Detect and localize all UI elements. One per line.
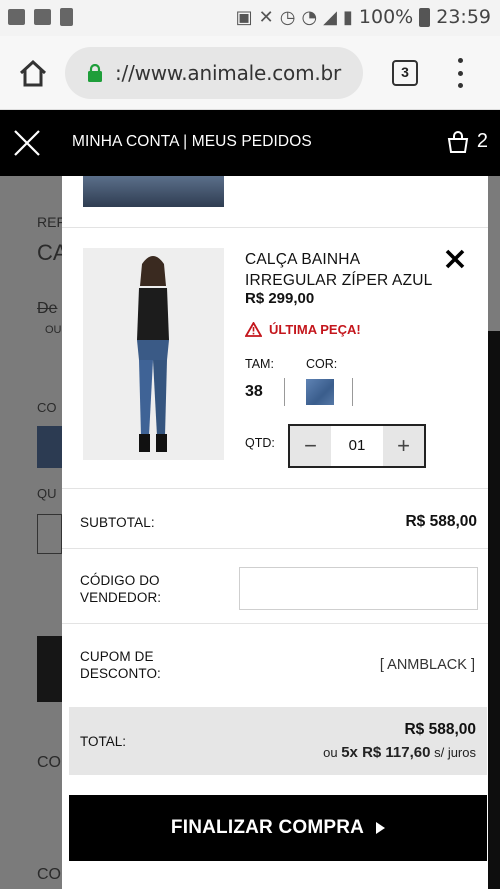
color-swatch [306,379,334,405]
total-box: TOTAL: R$ 588,00 ou 5x R$ 117,60 s/ juro… [69,707,487,775]
bg-right-scroll-edge [488,331,500,889]
decrease-quantity-button[interactable]: − [290,426,331,466]
bg-qty-box [37,514,62,554]
subtotal-label: SUBTOTAL: [80,515,155,530]
increase-quantity-button[interactable]: + [383,426,424,466]
signal-bars-icon: ▮ [343,6,353,28]
quantity-label: QTD: [245,436,275,450]
shopping-bag-icon [447,130,469,153]
bag-count: 2 [476,130,488,152]
checkout-label: FINALIZAR COMPRA [170,817,365,838]
play-arrow-icon [376,822,386,834]
bg-ref-text: REF [37,214,65,230]
my-account-link[interactable]: MINHA CONTA [72,133,179,150]
clock: 23:59 [436,6,491,28]
battery-icon [419,7,431,27]
bg-qty-text: QU [37,486,57,501]
mute-icon: ✕ [258,6,274,28]
vendor-code-label: CÓDIGO DO VENDEDOR: [80,572,161,606]
site-header: MINHA CONTA | MEUS PEDIDOS 2 [0,110,500,176]
cart-panel[interactable]: CALÇA BAINHA IRREGULAR ZÍPER AZUL R$ 299… [62,176,488,889]
installments-prefix: ou [323,745,338,760]
vendor-code-label-line-2: VENDEDOR: [80,590,162,605]
previous-item-image [83,176,224,207]
product-price: R$ 299,00 [245,290,315,307]
coupon-label: CUPOM DE DESCONTO: [80,648,161,682]
url-text: ://www.animale.com.br [115,61,342,85]
coupon-label-line-1: CUPOM DE [80,649,154,664]
quantity-value[interactable]: 01 [331,426,383,466]
wifi-icon: ◔ [301,6,318,28]
home-icon[interactable] [17,57,49,89]
size-color-divider [284,378,285,406]
vendor-separator [62,548,488,549]
bg-buy-button [37,636,62,702]
notification-icons [8,8,73,26]
my-orders-link[interactable]: MEUS PEDIDOS [192,133,312,150]
bg-footer-text-2: CO [37,866,61,883]
storage-notification-icon [60,8,73,26]
warning-icon [245,322,262,337]
quantity-stepper: − 01 + [288,424,426,468]
vendor-code-label-line-1: CÓDIGO DO [80,573,160,588]
browser-toolbar: ://www.animale.com.br 3 [0,36,500,110]
system-indicators: ▣ ✕ ◷ ◔ ◢ ▮ 100% 23:59 [236,6,491,28]
alarm-icon: ◷ [279,6,296,28]
installments-text: ou 5x R$ 117,60 s/ juros [323,744,476,761]
total-value: R$ 588,00 [404,721,476,738]
battery-percent: 100% [358,6,414,28]
account-links: MINHA CONTA | MEUS PEDIDOS [72,133,312,151]
product-name[interactable]: CALÇA BAINHA IRREGULAR ZÍPER AZUL [245,249,435,291]
bg-footer-text-1: CO [37,754,61,771]
installments-value: 5x R$ 117,60 [341,744,431,761]
color-divider [352,378,353,406]
product-photo [83,248,224,460]
coupon-label-line-2: DESCONTO: [80,666,161,681]
last-piece-text: ÚLTIMA PEÇA! [269,322,361,337]
address-bar[interactable]: ://www.animale.com.br [65,47,363,99]
color-label: COR: [306,357,338,371]
coupon-code[interactable]: [ ANMBLACK ] [380,657,475,673]
gallery-notification-icon [8,9,25,25]
bg-or-text: OU [45,324,62,336]
overflow-menu-icon[interactable] [452,58,468,88]
signal-icon: ◢ [323,6,337,28]
bg-color-text: CO [37,400,57,415]
bg-color-swatch [37,426,62,468]
links-divider: | [183,133,188,150]
shopping-bag-button[interactable]: 2 [447,130,488,153]
installments-suffix: s/ juros [434,745,476,760]
nfc-icon: ▣ [235,6,253,28]
bg-old-price-text: De [37,300,58,317]
size-value: 38 [245,383,263,400]
tab-switcher-button[interactable]: 3 [392,60,418,86]
coupon-separator [62,623,488,624]
checkout-button[interactable]: FINALIZAR COMPRA [69,795,487,861]
app-notification-icon [34,9,51,25]
item-separator [62,227,488,228]
remove-item-icon[interactable] [444,248,466,270]
vendor-code-input[interactable] [239,567,478,610]
size-label: TAM: [245,357,274,371]
product-image [83,248,224,460]
lock-icon [88,64,102,82]
last-piece-alert: ÚLTIMA PEÇA! [245,322,361,337]
total-label: TOTAL: [80,734,127,749]
close-icon[interactable] [12,128,42,158]
subtotal-separator [62,488,488,489]
status-bar: ▣ ✕ ◷ ◔ ◢ ▮ 100% 23:59 [0,0,500,36]
subtotal-value: R$ 588,00 [405,513,477,530]
